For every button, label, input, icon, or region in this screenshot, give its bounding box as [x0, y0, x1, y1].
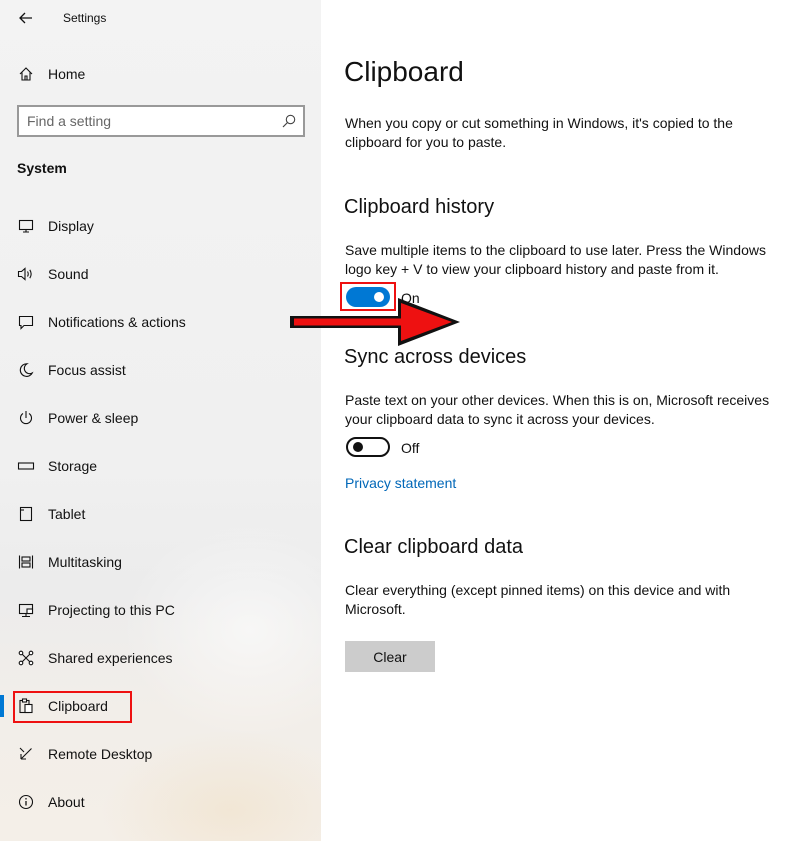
privacy-statement-link[interactable]: Privacy statement	[345, 475, 456, 491]
sidebar-item-about[interactable]: About	[0, 782, 321, 822]
sidebar-item-label: Sound	[48, 266, 89, 282]
speaker-icon	[16, 264, 36, 284]
app-title: Settings	[63, 11, 107, 25]
sidebar-item-label: Display	[48, 218, 94, 234]
remote-desktop-icon	[16, 744, 36, 764]
clipboard-history-description: Save multiple items to the clipboard to …	[345, 242, 766, 277]
sidebar-item-remote-desktop[interactable]: Remote Desktop	[0, 734, 321, 774]
sidebar-item-tablet[interactable]: Tablet	[0, 494, 321, 534]
intro-text: When you copy or cut something in Window…	[345, 115, 733, 150]
clear-button[interactable]: Clear	[345, 641, 435, 672]
sidebar-item-label: Remote Desktop	[48, 746, 153, 762]
sidebar-item-clipboard[interactable]: Clipboard	[0, 686, 321, 726]
sidebar-item-label: Multitasking	[48, 554, 122, 570]
multitasking-icon	[16, 552, 36, 572]
toggle-knob	[353, 442, 363, 452]
moon-icon	[16, 360, 36, 380]
sidebar-item-label: Clipboard	[48, 698, 108, 714]
power-icon	[16, 408, 36, 428]
clear-data-heading: Clear clipboard data	[344, 536, 523, 558]
sidebar-item-power-sleep[interactable]: Power & sleep	[0, 398, 321, 438]
nav-home[interactable]: Home	[0, 54, 321, 94]
clipboard-icon	[16, 696, 36, 716]
sidebar-item-label: Shared experiences	[48, 650, 173, 666]
clipboard-settings-page: Clipboard When you copy or cut something…	[321, 0, 811, 841]
info-icon	[16, 792, 36, 812]
sidebar-item-projecting[interactable]: Projecting to this PC	[0, 590, 321, 630]
search-box[interactable]	[17, 105, 305, 137]
sidebar-item-label: Power & sleep	[48, 410, 139, 426]
monitor-icon	[16, 216, 36, 236]
tablet-icon	[16, 504, 36, 524]
sidebar-item-storage[interactable]: Storage	[0, 446, 321, 486]
sidebar-item-label: About	[48, 794, 85, 810]
search-icon[interactable]	[281, 113, 297, 129]
storage-icon	[16, 456, 36, 476]
sidebar-item-label: Focus assist	[48, 362, 126, 378]
search-input[interactable]	[27, 112, 277, 130]
clear-data-description: Clear everything (except pinned items) o…	[345, 582, 731, 617]
sidebar-item-label: Projecting to this PC	[48, 602, 175, 618]
sidebar-item-shared-experiences[interactable]: Shared experiences	[0, 638, 321, 678]
home-icon	[16, 64, 36, 84]
sidebar-item-label: Tablet	[48, 506, 86, 522]
sidebar-item-label: Notifications & actions	[48, 314, 186, 330]
shared-experiences-icon	[16, 648, 36, 668]
sidebar-item-label: Storage	[48, 458, 98, 474]
back-arrow-icon	[19, 12, 32, 24]
notification-icon	[16, 312, 36, 332]
back-button[interactable]	[10, 5, 42, 31]
sync-devices-toggle[interactable]	[346, 437, 390, 457]
sync-devices-description: Paste text on your other devices. When t…	[345, 392, 770, 427]
sidebar-item-sound[interactable]: Sound	[0, 254, 321, 294]
section-title-system: System	[17, 160, 67, 176]
projecting-icon	[16, 600, 36, 620]
sidebar-item-notifications[interactable]: Notifications & actions	[0, 302, 321, 342]
page-title: Clipboard	[344, 56, 464, 87]
nav-home-label: Home	[48, 66, 86, 82]
title-bar: Settings	[0, 0, 321, 36]
clipboard-history-heading: Clipboard history	[344, 196, 495, 218]
sync-devices-toggle-state: Off	[401, 440, 420, 456]
red-arrow-annotation	[290, 298, 460, 346]
sidebar-item-focus-assist[interactable]: Focus assist	[0, 350, 321, 390]
sidebar-item-display[interactable]: Display	[0, 206, 321, 246]
sidebar-item-multitasking[interactable]: Multitasking	[0, 542, 321, 582]
settings-sidebar: Settings Home System Display Sound Notif…	[0, 0, 321, 841]
